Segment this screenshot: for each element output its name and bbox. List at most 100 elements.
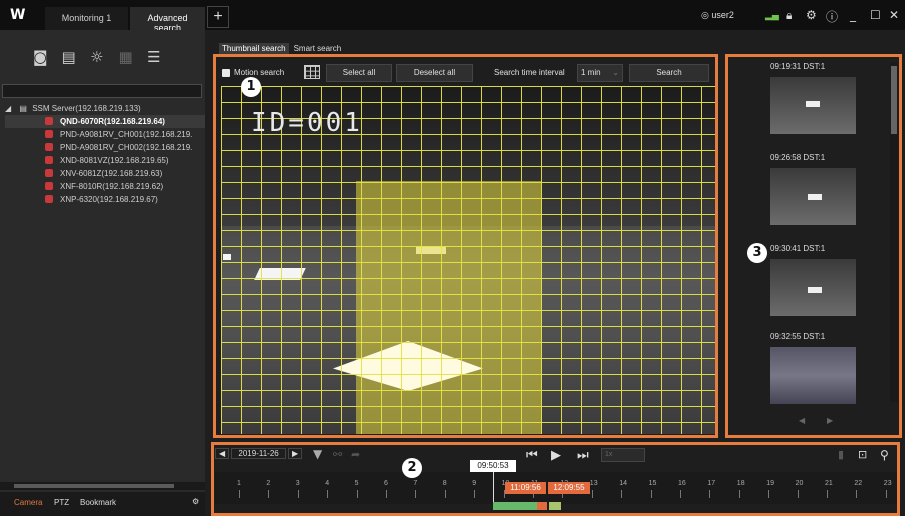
expand-icon[interactable]: ◢ (5, 104, 11, 113)
tree-device[interactable]: XND-8081VZ(192.168.219.65) (5, 154, 205, 167)
tree-device[interactable]: QND-6070R(192.168.219.64) (5, 115, 205, 128)
add-tab-button[interactable]: + (207, 6, 229, 28)
deselect-all-button[interactable]: Deselect all (396, 64, 473, 82)
video-view[interactable]: ID=001 (221, 86, 715, 434)
tree-device[interactable]: XNF-8010R(192.168.219.62) (5, 180, 205, 193)
thumbnail-result[interactable]: 09:30:41 DST:1 (770, 244, 860, 316)
timeline-tick (885, 490, 887, 498)
search-interval-select[interactable]: 1 min ⌄ (577, 64, 623, 82)
server-icon: ▤ (19, 104, 27, 113)
tree-device[interactable]: PND-A9081RV_CH001(192.168.219. (5, 128, 205, 141)
skip-forward-icon[interactable]: ⏭ (577, 448, 589, 463)
timeline-tick (738, 490, 740, 498)
motion-search-checkbox[interactable] (222, 69, 230, 77)
callout-badge-3: 3 (747, 243, 767, 263)
tree-device[interactable]: XNP-6320(192.168.219.67) (5, 193, 205, 206)
playback-speed-select[interactable]: 1x (601, 448, 645, 462)
timeline-tick (768, 490, 770, 498)
search-interval-label: Search time interval (494, 68, 565, 77)
timeline-hour-label: 17 (707, 480, 716, 487)
share-icon[interactable]: ➦ (351, 448, 360, 461)
date-field[interactable]: 2019-11-26 (231, 448, 286, 459)
scroll-thumb[interactable] (891, 66, 897, 134)
results-scrollbar[interactable] (890, 62, 898, 402)
recorder-icon[interactable]: ▤ (62, 48, 78, 66)
timeline-hour-label: 9 (472, 480, 477, 487)
settings-icon[interactable]: ⚙ (806, 8, 817, 22)
camera-icon (45, 156, 53, 164)
camera-icon[interactable]: ◙ (33, 48, 49, 66)
play-icon[interactable]: ▶ (551, 448, 561, 463)
event-segment[interactable] (549, 502, 561, 510)
timeline-hour-label: 1 (237, 480, 241, 487)
thumbnail-image[interactable] (770, 259, 856, 316)
camera-icon (45, 169, 53, 177)
timeline-hour-label: 20 (795, 480, 804, 487)
maximize-icon[interactable]: ☐ (870, 8, 881, 22)
timeline-hour-label: 22 (854, 480, 863, 487)
thumbnail-result[interactable]: 09:19:31 DST:1 (770, 62, 860, 134)
thumbnail-image[interactable] (770, 77, 856, 134)
timeline-hour-label: 7 (413, 480, 418, 487)
select-all-button[interactable]: Select all (326, 64, 392, 82)
alarm-icon[interactable]: ☼ (90, 48, 106, 66)
prev-day-button[interactable]: ◀ (215, 448, 230, 459)
title-bar: W Monitoring 1 Advanced search + ◎ user2… (0, 0, 905, 33)
thumbnail-time: 09:26:58 DST:1 (770, 153, 826, 162)
motion-grid-overlay[interactable] (221, 86, 715, 434)
thumbnail-result[interactable]: 09:26:58 DST:1 (770, 153, 860, 225)
layout-icon[interactable]: ▦ (119, 48, 135, 66)
timeline-tick (327, 490, 329, 498)
search-button[interactable]: Search (629, 64, 709, 82)
callout-badge-2: 2 (402, 458, 422, 478)
range-start-label[interactable]: 11:09:56 (505, 482, 546, 494)
user-menu[interactable]: ◎ user2 (701, 10, 734, 21)
tab-camera[interactable]: Camera (14, 498, 42, 507)
scroll-thumb[interactable] (14, 484, 174, 488)
timeline-hour-label: 13 (589, 480, 598, 487)
grid-icon[interactable] (304, 65, 320, 79)
thumbnail-time: 09:30:41 DST:1 (770, 244, 826, 253)
thumbnail-image[interactable] (770, 168, 856, 225)
skip-back-icon[interactable]: ⏮ (526, 448, 538, 463)
settings-icon[interactable]: ⚙ (192, 497, 199, 506)
camera-id-overlay: ID=001 (251, 108, 363, 138)
tab-ptz[interactable]: PTZ (54, 498, 69, 507)
timeline-tick (591, 490, 593, 498)
timeline-tick (386, 490, 387, 498)
tree-server[interactable]: ◢ ▤ SSM Server(192.168.219.133) (5, 102, 205, 115)
next-page-icon[interactable]: ▶ (827, 416, 833, 425)
list-icon[interactable]: ☰ (147, 48, 163, 66)
range-end-label[interactable]: 12:09:55 (548, 482, 590, 494)
tree-device[interactable]: XNV-6081Z(192.168.219.63) (5, 167, 205, 180)
minimize-icon[interactable]: _ (850, 8, 856, 22)
horizontal-scrollbar[interactable] (0, 482, 205, 490)
timeline-tick (621, 490, 623, 498)
lock-icon[interactable]: 🔒︎ (786, 8, 792, 23)
snapshot-icon[interactable]: ⊡ (858, 448, 867, 461)
prev-page-icon[interactable]: ◀ (799, 416, 805, 425)
device-search-input[interactable] (2, 84, 202, 98)
user-name: user2 (711, 10, 734, 20)
timeline-tick (709, 490, 711, 498)
search-icon[interactable]: ⚲ (880, 448, 889, 462)
thumbnail-image[interactable] (770, 347, 856, 404)
tree-device[interactable]: PND-A9081RV_CH002(192.168.219. (5, 141, 205, 154)
info-icon[interactable]: ⓘ (826, 8, 838, 25)
camera-icon (45, 130, 53, 138)
export-icon[interactable]: ⚯ (333, 448, 342, 461)
close-icon[interactable]: ✕ (889, 8, 899, 22)
filter-icon[interactable]: ▼ (313, 447, 322, 461)
tab-advanced-search[interactable]: Advanced search (130, 7, 205, 33)
motion-search-label: Motion search (234, 68, 285, 77)
tab-bookmark[interactable]: Bookmark (80, 498, 116, 507)
thumbnail-time: 09:32:55 DST:1 (770, 332, 826, 341)
tab-monitoring[interactable]: Monitoring 1 (45, 7, 128, 30)
bookmark-icon[interactable]: ▮ (838, 448, 844, 461)
next-day-button[interactable]: ▶ (287, 448, 303, 459)
range-segment[interactable] (537, 502, 547, 510)
recorded-segment[interactable] (493, 502, 537, 510)
camera-icon (45, 195, 53, 203)
camera-icon (45, 182, 53, 190)
thumbnail-result[interactable]: 09:32:55 DST:1 (770, 332, 860, 404)
